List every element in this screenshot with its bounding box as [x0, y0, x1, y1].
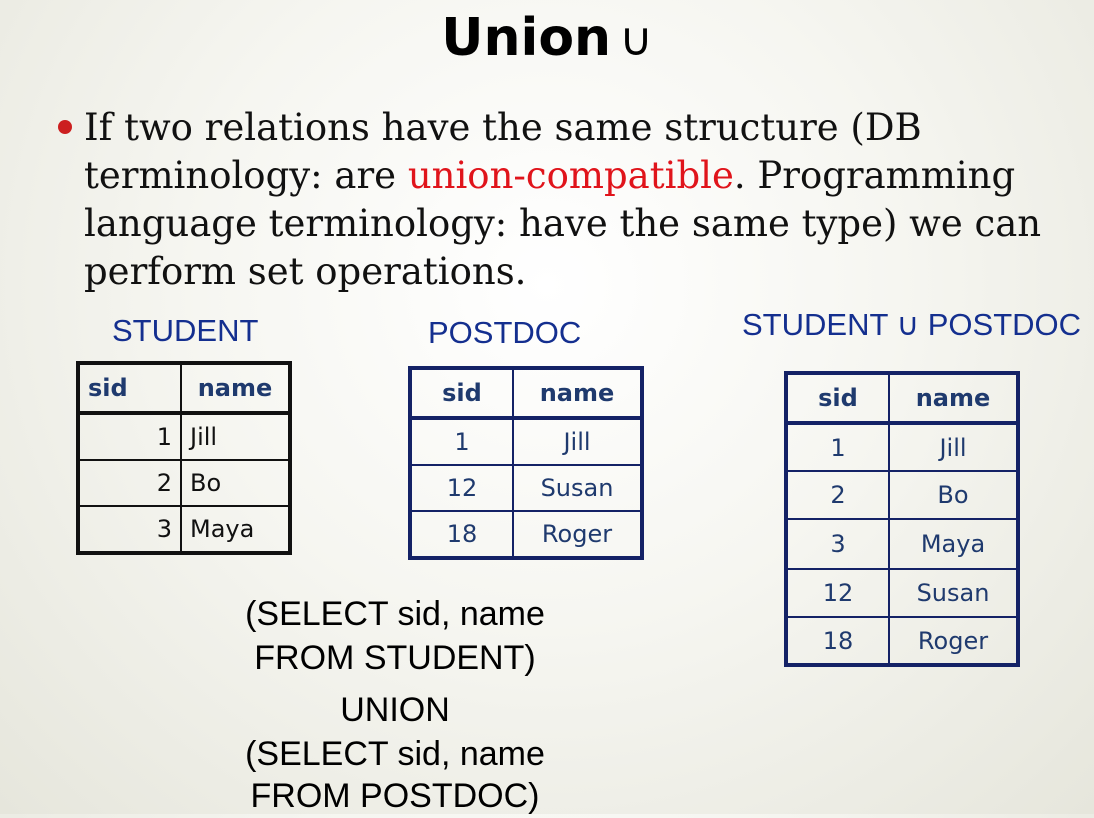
postdoc-label: POSTDOC	[428, 315, 582, 350]
postdoc-cell-sid: 18	[409, 510, 514, 559]
result-label: STUDENT ∪ POSTDOC	[742, 307, 1082, 342]
sql-union-keyword: UNION	[340, 691, 450, 729]
result-cell-name: Susan	[888, 568, 1019, 618]
postdoc-table: sid name 1 Jill 12 Susan 18 Roger	[408, 366, 644, 560]
student-cell-sid: 2	[77, 459, 182, 507]
student-cell-name: Bo	[180, 459, 291, 507]
table-row: 3 Maya	[77, 505, 291, 554]
table-row: 2 Bo	[77, 459, 291, 507]
table-row: 1 Jill	[409, 417, 643, 466]
table-row: 1 Jill	[785, 422, 1019, 472]
postdoc-cell-name: Roger	[512, 510, 643, 559]
result-cell-sid: 12	[785, 568, 890, 618]
result-cell-sid: 1	[785, 422, 890, 472]
result-cell-name: Maya	[888, 518, 1019, 570]
postdoc-header-name: name	[512, 367, 643, 420]
table-row: 2 Bo	[785, 470, 1019, 520]
bullet-text: If two relations have the same structure…	[84, 104, 1084, 296]
student-header-row: sid name	[77, 362, 291, 415]
postdoc-header-row: sid name	[409, 367, 643, 420]
student-cell-sid: 3	[77, 505, 182, 554]
table-row: 18 Roger	[409, 510, 643, 559]
postdoc-header-sid: sid	[409, 367, 514, 420]
union-compatible-highlight: union-compatible	[407, 154, 734, 197]
sql-line: FROM POSTDOC)	[250, 777, 540, 815]
table-row: 18 Roger	[785, 616, 1019, 666]
table-row: 12 Susan	[409, 464, 643, 512]
title-text: Union	[441, 8, 612, 68]
union-result-table: sid name 1 Jill 2 Bo 3 Maya 12 Susan 18 …	[784, 371, 1020, 667]
slide-title: Union ∪	[0, 8, 1094, 68]
postdoc-cell-name: Jill	[512, 417, 643, 466]
postdoc-cell-sid: 1	[409, 417, 514, 466]
student-label: STUDENT	[112, 313, 259, 348]
result-header-row: sid name	[785, 372, 1019, 425]
postdoc-cell-sid: 12	[409, 464, 514, 512]
student-cell-name: Maya	[180, 505, 291, 554]
sql-line: (SELECT sid, name	[245, 735, 545, 773]
sql-line: (SELECT sid, name	[245, 595, 545, 633]
result-header-name: name	[888, 372, 1019, 425]
bullet-icon	[58, 120, 72, 134]
result-cell-sid: 3	[785, 518, 890, 570]
table-row: 3 Maya	[785, 518, 1019, 570]
student-cell-name: Jill	[180, 412, 291, 461]
result-header-sid: sid	[785, 372, 890, 425]
postdoc-cell-name: Susan	[512, 464, 643, 512]
table-row: 12 Susan	[785, 568, 1019, 618]
student-header-sid: sid	[77, 362, 182, 415]
student-cell-sid: 1	[77, 412, 182, 461]
result-cell-name: Roger	[888, 616, 1019, 666]
result-cell-name: Bo	[888, 470, 1019, 520]
student-header-name: name	[180, 362, 291, 415]
sql-line: FROM STUDENT)	[254, 639, 536, 677]
student-table: sid name 1 Jill 2 Bo 3 Maya	[76, 361, 292, 555]
result-cell-sid: 2	[785, 470, 890, 520]
result-cell-sid: 18	[785, 616, 890, 666]
union-symbol: ∪	[619, 12, 653, 66]
table-row: 1 Jill	[77, 412, 291, 461]
result-cell-name: Jill	[888, 422, 1019, 472]
